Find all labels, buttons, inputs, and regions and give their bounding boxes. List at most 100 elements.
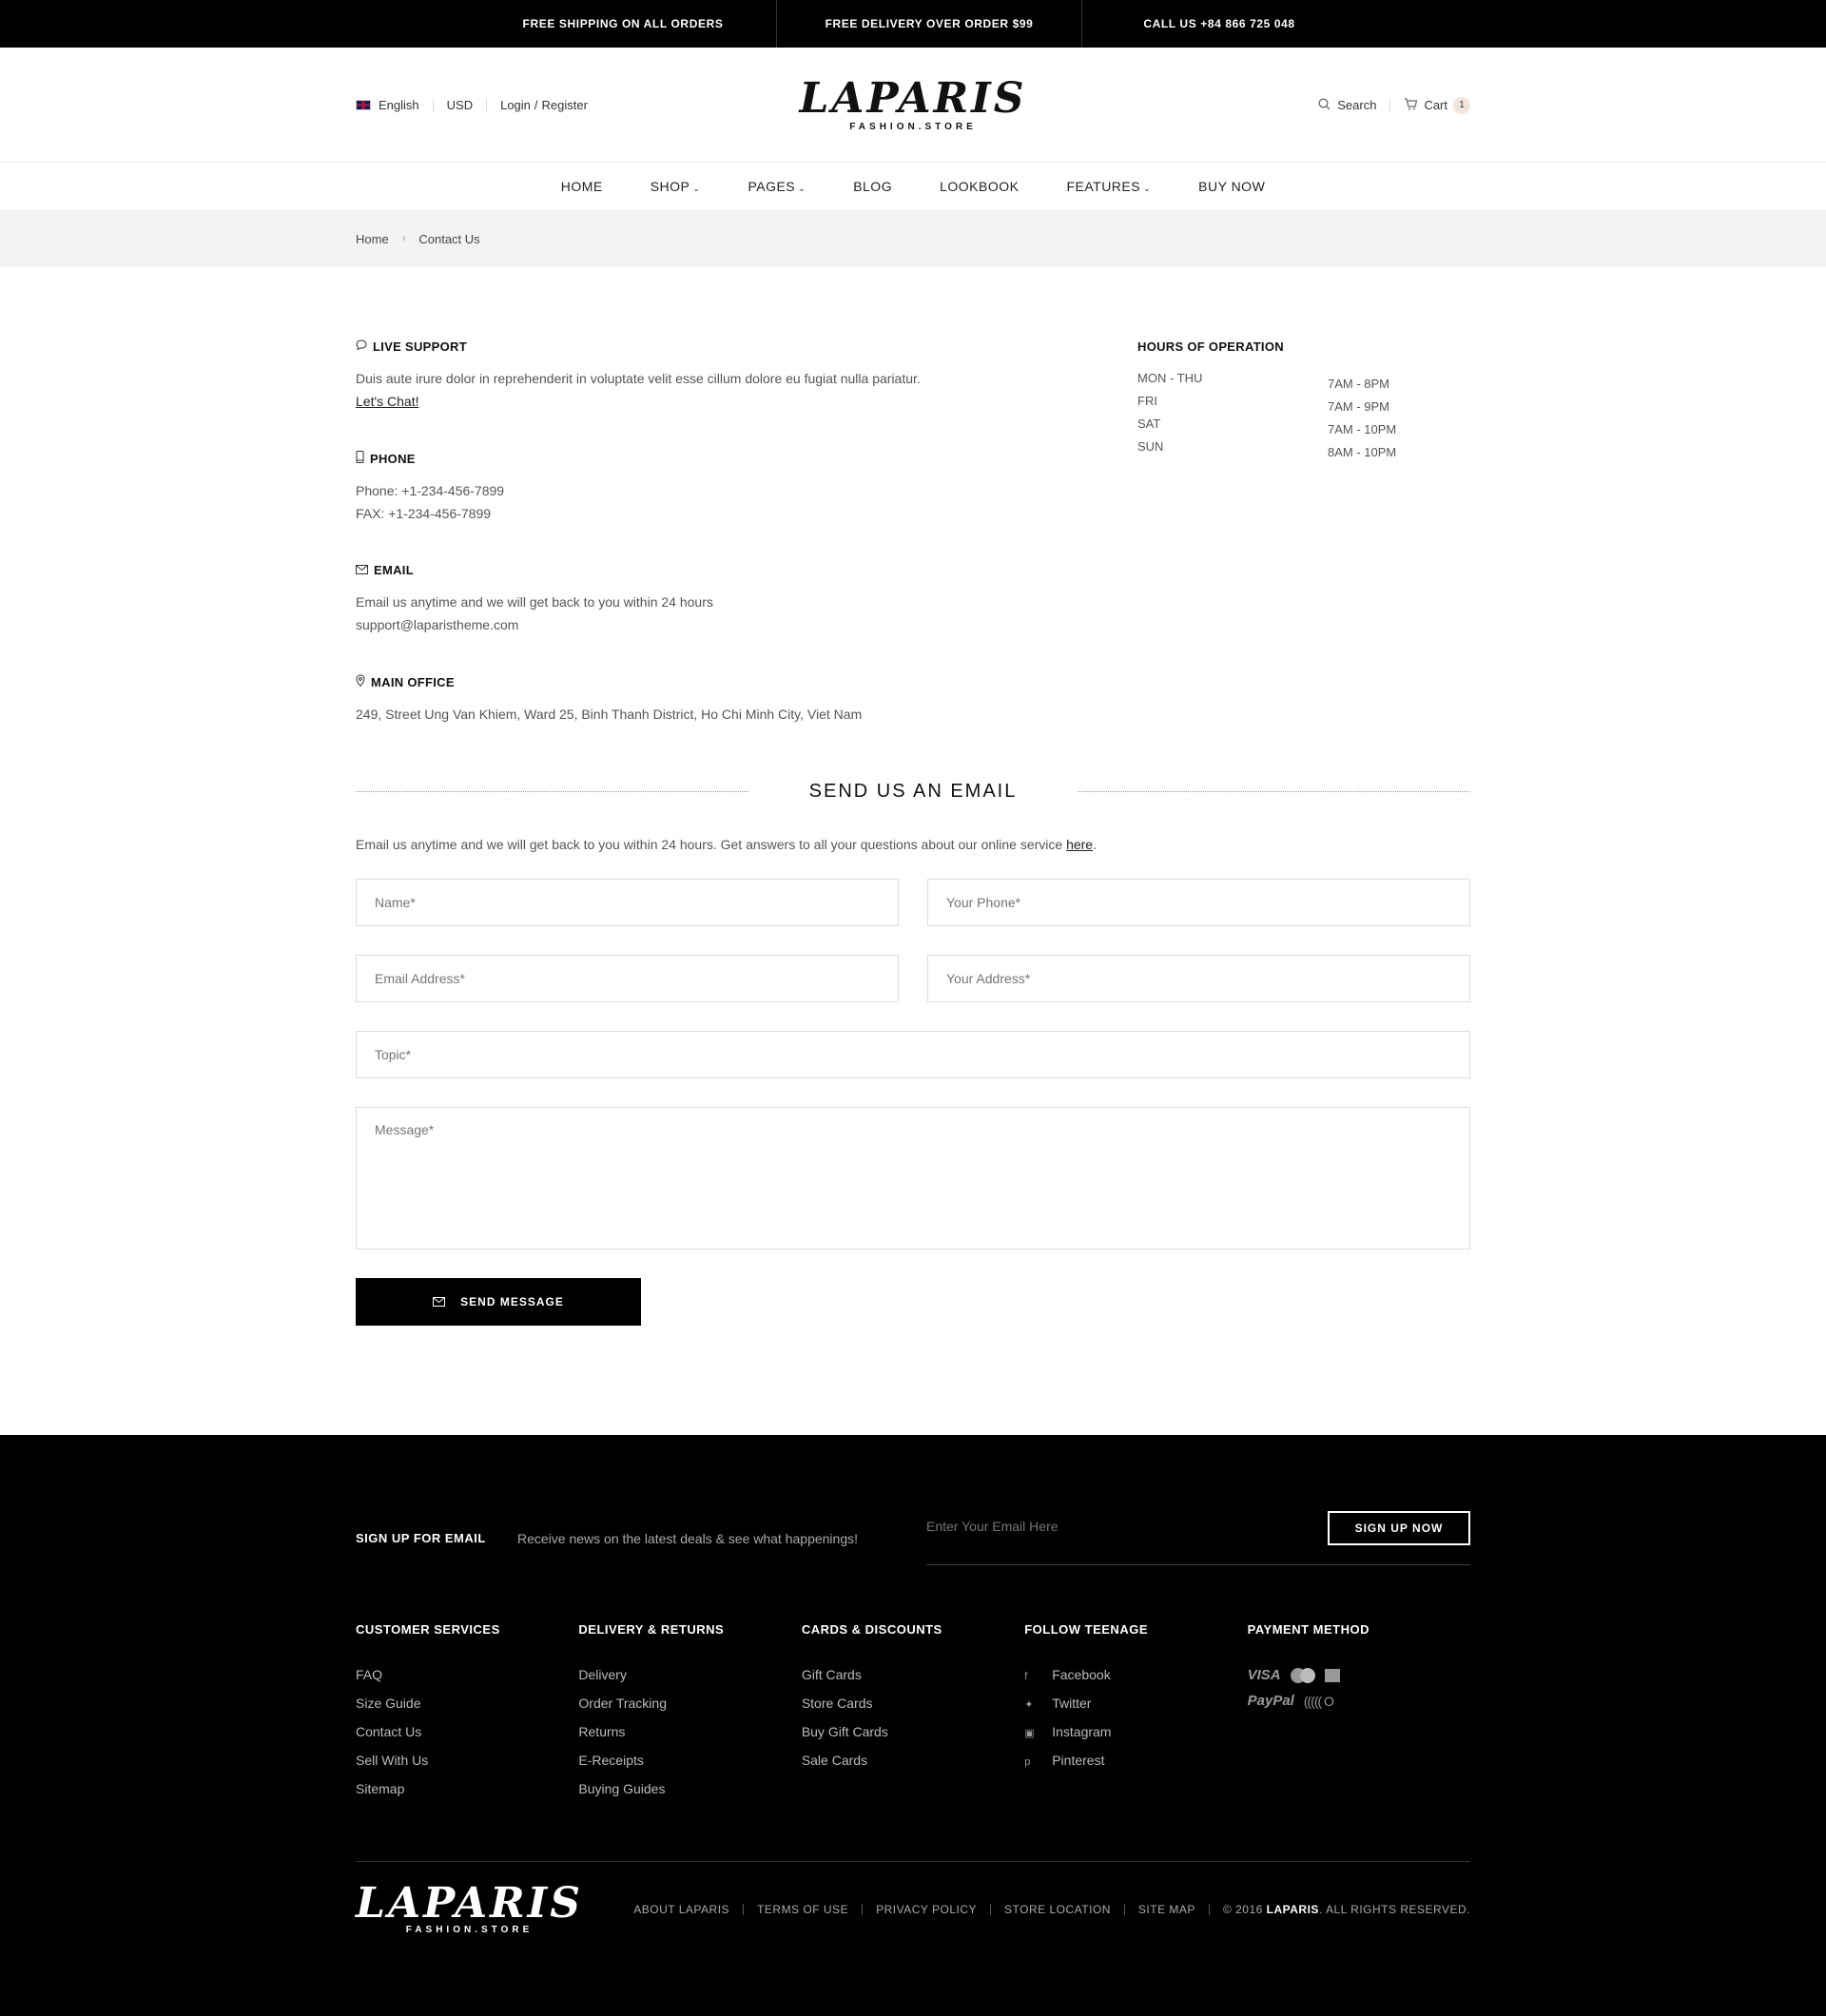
footer-link-returns[interactable]: Returns (578, 1724, 801, 1739)
office-address: 249, Street Ung Van Khiem, Ward 25, Binh… (356, 707, 863, 722)
breadcrumb-home[interactable]: Home (356, 232, 389, 246)
login-register-separator: / (534, 98, 538, 112)
logo-wordmark: LAPARIS (799, 74, 1027, 123)
language-selector[interactable]: English (379, 98, 419, 112)
nav-features[interactable]: FEATURES ⌄ (1066, 179, 1151, 194)
signup-description: Receive news on the latest deals & see w… (517, 1530, 859, 1546)
contact-info-section: LIVE SUPPORT Duis aute irure dolor in re… (356, 267, 1470, 764)
footer-link-store-cards[interactable]: Store Cards (802, 1696, 1024, 1711)
pinterest-icon: p (1024, 1756, 1031, 1768)
social-twitter[interactable]: ✦ Twitter (1024, 1696, 1247, 1711)
main-navigation: HOME SHOP ⌄ PAGES ⌄ BLOG LOOKBOOK FEATURES… (0, 163, 1826, 210)
footer-logo[interactable]: LAPARIS FASHION.STORE (356, 1879, 584, 1936)
footer-link-size-guide[interactable]: Size Guide (356, 1696, 578, 1711)
footer-link-about[interactable]: ABOUT LAPARIS (633, 1903, 729, 1916)
lets-chat-link[interactable]: Let's Chat! (356, 394, 419, 409)
send-message-label: SEND MESSAGE (460, 1295, 564, 1308)
chevron-down-icon: ⌄ (1143, 184, 1152, 193)
phone-field[interactable] (927, 879, 1470, 926)
topic-field[interactable] (356, 1031, 1470, 1078)
description-period: . (1093, 837, 1097, 852)
social-label: Pinterest (1052, 1753, 1105, 1768)
divider (356, 791, 748, 792)
copyright-suffix: . ALL RIGHTS RESERVED. (1318, 1902, 1470, 1916)
register-link[interactable]: Register (542, 98, 588, 112)
footer-link-delivery[interactable]: Delivery (578, 1667, 801, 1682)
search-icon[interactable] (1318, 98, 1331, 113)
footer-link-site-map[interactable]: SITE MAP (1138, 1903, 1195, 1916)
signup-email-input[interactable] (926, 1511, 1212, 1534)
footer-legal-links: ABOUT LAPARIS TERMS OF USE PRIVACY POLIC… (633, 1903, 1470, 1916)
footer-link-gift-cards[interactable]: Gift Cards (802, 1667, 1024, 1682)
name-field[interactable] (356, 879, 899, 926)
footer-link-sitemap[interactable]: Sitemap (356, 1781, 578, 1796)
divider (486, 98, 488, 112)
announcement-free-shipping: FREE SHIPPING ON ALL ORDERS (522, 17, 724, 30)
footer-link-sale-cards[interactable]: Sale Cards (802, 1753, 1024, 1768)
instagram-icon: ▣ (1024, 1728, 1035, 1739)
cart-count-badge: 1 (1453, 96, 1470, 114)
footer-link-privacy[interactable]: PRIVACY POLICY (876, 1903, 977, 1916)
support-email[interactable]: support@laparistheme.com (356, 613, 1021, 636)
email-block: EMAIL Email us anytime and we will get b… (356, 563, 1021, 636)
logo-tagline: FASHION.STORE (849, 122, 977, 132)
nav-shop[interactable]: SHOP ⌄ (651, 179, 701, 194)
mastercard-icon (1290, 1667, 1315, 1683)
announcement-call-us: CALL US +84 866 725 048 (1143, 17, 1295, 30)
footer-link-buying-guides[interactable]: Buying Guides (578, 1781, 801, 1796)
send-message-button[interactable]: SEND MESSAGE (356, 1278, 641, 1326)
day-label: SUN (1137, 439, 1164, 454)
nav-features-label: FEATURES (1066, 179, 1141, 194)
phone-heading: PHONE (356, 451, 1021, 466)
footer-link-contact-us[interactable]: Contact Us (356, 1724, 578, 1739)
divider (1208, 1903, 1210, 1915)
copyright: © 2016 LAPARIS. ALL RIGHTS RESERVED. (1223, 1903, 1470, 1916)
footer-link-order-tracking[interactable]: Order Tracking (578, 1696, 801, 1711)
signup-button[interactable]: SIGN UP NOW (1328, 1511, 1470, 1545)
email-signup: SIGN UP FOR EMAIL Receive news on the la… (356, 1435, 1470, 1565)
footer-link-store-location[interactable]: STORE LOCATION (1004, 1903, 1111, 1916)
cart-button[interactable]: Cart (1424, 98, 1447, 112)
cart-icon[interactable] (1404, 97, 1418, 113)
nav-buy-now[interactable]: BUY NOW (1198, 179, 1265, 194)
social-instagram[interactable]: ▣ Instagram (1024, 1724, 1247, 1739)
footer-link-e-receipts[interactable]: E-Receipts (578, 1753, 801, 1768)
nav-home[interactable]: HOME (561, 179, 603, 194)
live-support-block: LIVE SUPPORT Duis aute irure dolor in re… (356, 339, 1021, 413)
chevron-down-icon: ⌄ (798, 184, 806, 193)
social-facebook[interactable]: f Facebook (1024, 1667, 1247, 1682)
site-logo[interactable]: LAPARIS FASHION.STORE (799, 74, 1027, 133)
footer-link-terms[interactable]: TERMS OF USE (757, 1903, 848, 1916)
visa-icon: VISA (1247, 1667, 1281, 1683)
divider (1123, 1903, 1125, 1915)
contactless-icon: ((((( O (1303, 1693, 1334, 1709)
footer-link-faq[interactable]: FAQ (356, 1667, 578, 1682)
email-field[interactable] (356, 955, 899, 1002)
copyright-prefix: © 2016 (1222, 1902, 1263, 1916)
uk-flag-icon (356, 100, 371, 110)
phone-title: PHONE (370, 451, 416, 466)
footer-link-buy-gift-cards[interactable]: Buy Gift Cards (802, 1724, 1024, 1739)
send-email-title: SEND US AN EMAIL (808, 781, 1018, 802)
nav-pages-label: PAGES (748, 179, 796, 194)
footer-col-customer-services: CUSTOMER SERVICES FAQ Size Guide Contact… (356, 1622, 578, 1810)
social-pinterest[interactable]: p Pinterest (1024, 1753, 1247, 1768)
message-field[interactable] (356, 1107, 1470, 1250)
header-left: English USD Login / Register (356, 98, 641, 112)
phone-icon (356, 451, 364, 466)
footer-link-sell-with-us[interactable]: Sell With Us (356, 1753, 578, 1768)
phone-number: Phone: +1-234-456-7899 (356, 483, 505, 498)
here-link[interactable]: here (1066, 837, 1093, 852)
nav-blog[interactable]: BLOG (853, 179, 892, 194)
nav-lookbook[interactable]: LOOKBOOK (940, 179, 1019, 194)
currency-selector[interactable]: USD (447, 98, 473, 112)
time-range: 7AM - 9PM (1328, 399, 1390, 414)
footer-bottom: LAPARIS FASHION.STORE ABOUT LAPARIS TERM… (356, 1861, 1470, 1956)
nav-pages[interactable]: PAGES ⌄ (748, 179, 806, 194)
address-field[interactable] (927, 955, 1470, 1002)
login-link[interactable]: Login (500, 98, 531, 112)
footer-logo-wordmark: LAPARIS (356, 1879, 584, 1928)
main-office-block: MAIN OFFICE 249, Street Ung Van Khiem, W… (356, 674, 1021, 726)
search-button[interactable]: Search (1337, 98, 1376, 112)
footer-columns: CUSTOMER SERVICES FAQ Size Guide Contact… (356, 1622, 1470, 1810)
